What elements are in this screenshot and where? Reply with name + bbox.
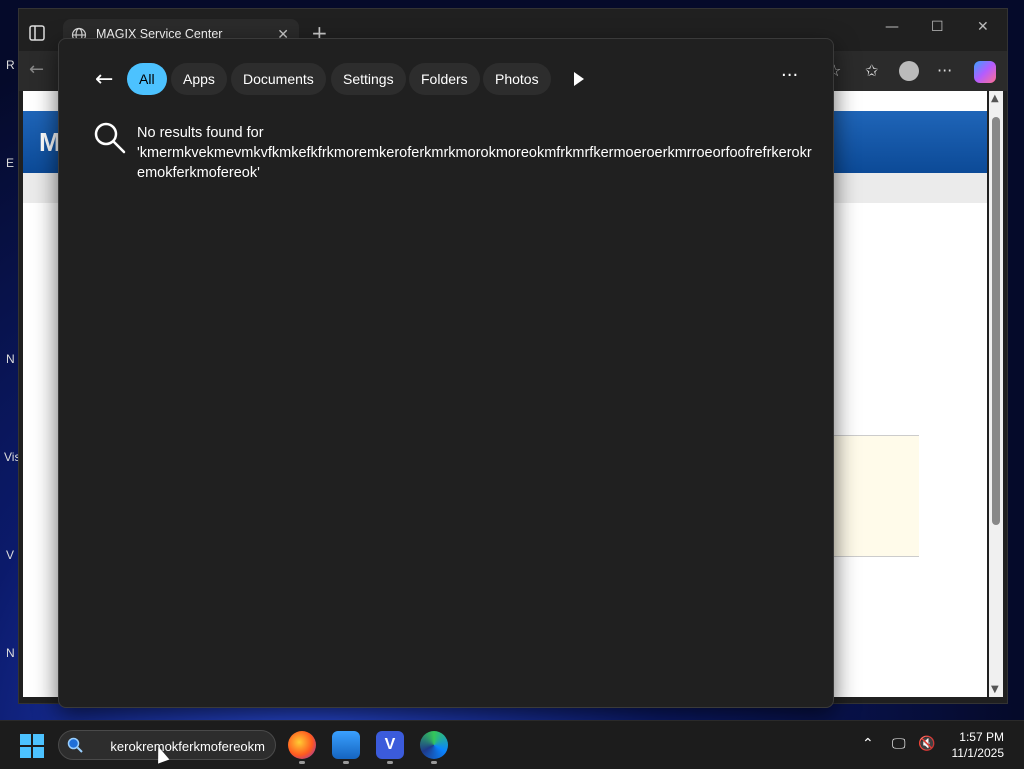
scroll-up-icon[interactable]: ▲ [991, 93, 999, 104]
clock-date: 11/1/2025 [951, 746, 1005, 760]
app-running-indicator [343, 761, 349, 764]
play-icon[interactable] [571, 69, 587, 89]
desktop-icons-strip: R E N Vis V N [0, 50, 20, 670]
filter-documents[interactable]: Documents [231, 63, 326, 95]
clock-time: 1:57 PM [959, 730, 1004, 744]
page-scrollbar[interactable]: ▲ ▼ [989, 91, 1003, 697]
filter-all[interactable]: All [127, 63, 167, 95]
search-icon [67, 737, 83, 753]
no-results-message: No results found for 'kmermkvekmevmkvfkm… [137, 123, 817, 183]
desktop-label: V [6, 548, 15, 562]
system-clock[interactable]: 1:57 PM 11/1/2025 [952, 729, 1005, 761]
back-arrow-icon[interactable]: ← [29, 59, 44, 80]
desktop-label: N [6, 352, 15, 366]
more-options-icon[interactable]: ··· [937, 61, 952, 80]
site-content-box [829, 435, 919, 557]
network-icon[interactable]: 🖵 [892, 736, 906, 752]
maximize-icon[interactable]: ☐ [931, 19, 944, 35]
favorites-list-icon[interactable]: ✩ [865, 61, 878, 80]
scroll-thumb[interactable] [992, 117, 1000, 525]
desktop-label: E [6, 156, 15, 170]
search-query-echo: 'kmermkvekmevmkvfkmkefkfrkmoremkeroferkm… [137, 145, 812, 181]
filter-apps[interactable]: Apps [171, 63, 227, 95]
windows-start-icon[interactable] [20, 734, 44, 758]
v-app-icon[interactable]: V [376, 731, 404, 759]
minimize-icon[interactable]: — [885, 19, 899, 35]
profile-avatar[interactable] [899, 61, 919, 81]
volume-muted-icon[interactable]: 🔇 [918, 736, 935, 752]
filter-photos[interactable]: Photos [483, 63, 551, 95]
more-options-icon[interactable]: ··· [781, 65, 798, 86]
search-flyout: ← All Apps Documents Settings Folders Ph… [58, 38, 834, 708]
firefox-icon[interactable] [288, 731, 316, 759]
app-running-indicator [299, 761, 305, 764]
edge-icon[interactable] [420, 731, 448, 759]
desktop-label: N [6, 646, 15, 660]
taskbar: V ⌃ 🖵 🔇 1:57 PM 11/1/2025 [0, 720, 1024, 769]
filter-folders[interactable]: Folders [409, 63, 480, 95]
close-window-icon[interactable]: ✕ [977, 19, 989, 35]
scroll-down-icon[interactable]: ▼ [991, 684, 999, 695]
no-results-prefix: No results found for [137, 125, 264, 141]
filter-settings[interactable]: Settings [331, 63, 406, 95]
tab-actions-icon[interactable] [27, 23, 47, 43]
copilot-icon[interactable] [974, 61, 996, 83]
taskbar-search-input[interactable] [93, 735, 267, 757]
photos-app-icon[interactable] [332, 731, 360, 759]
back-arrow-icon[interactable]: ← [95, 67, 113, 92]
app-running-indicator [387, 761, 393, 764]
app-running-indicator [431, 761, 437, 764]
desktop-label: R [6, 58, 15, 72]
chevron-up-icon[interactable]: ⌃ [862, 736, 874, 752]
search-icon [94, 122, 126, 154]
